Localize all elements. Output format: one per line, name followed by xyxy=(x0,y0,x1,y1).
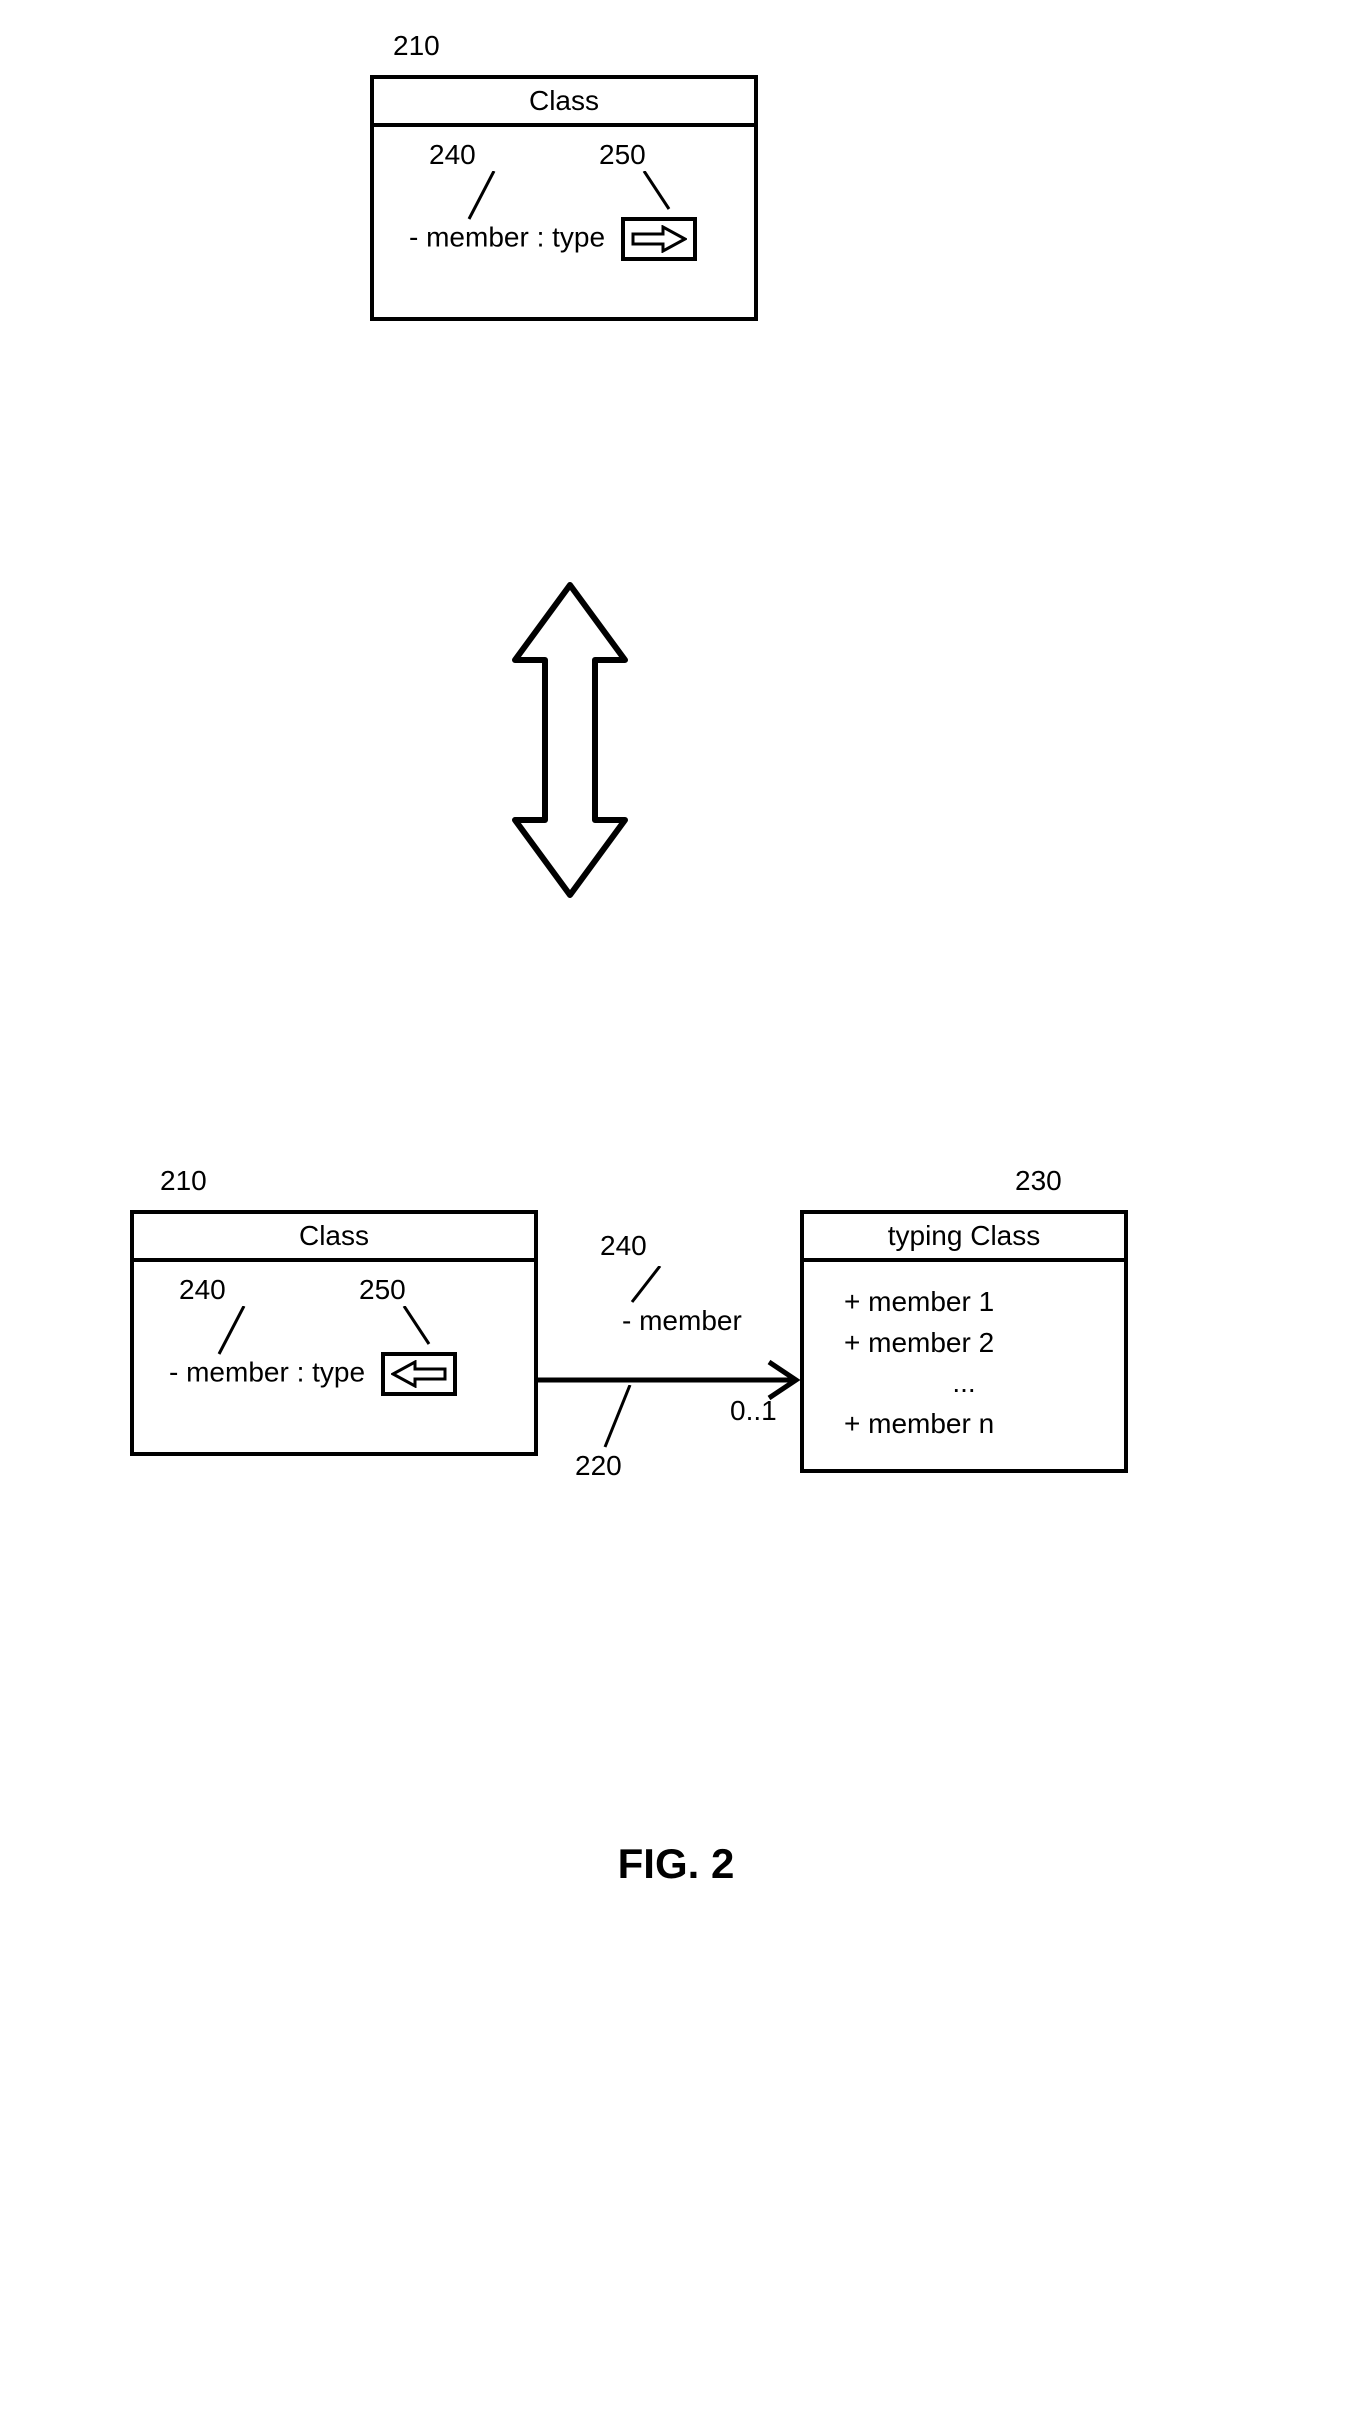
assoc-label: - member xyxy=(622,1305,742,1337)
assoc-multiplicity: 0..1 xyxy=(730,1395,777,1427)
lead-line-220 xyxy=(600,1385,640,1450)
ref-240-top: 240 xyxy=(429,139,476,171)
bidirectional-arrow-icon xyxy=(505,580,635,900)
lead-line-250-top xyxy=(639,171,679,211)
class-box-top: Class 240 250 - member : type xyxy=(370,75,758,321)
lead-line-240-assoc xyxy=(630,1266,680,1306)
arrow-right-icon xyxy=(631,225,687,253)
class-body-bottom-left: 240 250 - member : type xyxy=(134,1262,534,1452)
class-body-bottom-right: + member 1 + member 2 ... + member n xyxy=(804,1262,1124,1469)
expand-button-top[interactable] xyxy=(621,217,697,261)
class-title-bottom-right: typing Class xyxy=(804,1214,1124,1262)
ref-220: 220 xyxy=(575,1450,622,1482)
ref-210-bottom: 210 xyxy=(160,1165,207,1197)
figure-caption: FIG. 2 xyxy=(618,1840,735,1888)
ref-250-top: 250 xyxy=(599,139,646,171)
lead-line-240-bl xyxy=(214,1306,254,1356)
arrow-left-icon xyxy=(391,1360,447,1388)
member-item: + member n xyxy=(844,1404,1114,1445)
member-item: + member 2 xyxy=(844,1323,1114,1364)
member-text-top: - member : type xyxy=(409,221,605,252)
ref-250-bottom-left: 250 xyxy=(359,1274,406,1306)
member-list-right: + member 1 + member 2 ... + member n xyxy=(814,1282,1114,1444)
ref-210-top: 210 xyxy=(393,30,440,62)
ref-240-assoc: 240 xyxy=(600,1230,647,1262)
class-body-top: 240 250 - member : type xyxy=(374,127,754,317)
member-item: + member 1 xyxy=(844,1282,1114,1323)
class-title-bottom-left: Class xyxy=(134,1214,534,1262)
ref-230: 230 xyxy=(1015,1165,1062,1197)
class-box-bottom-left: Class 240 250 - member : type xyxy=(130,1210,538,1456)
member-item: ... xyxy=(844,1363,1114,1404)
class-box-bottom-right: typing Class + member 1 + member 2 ... +… xyxy=(800,1210,1128,1473)
ref-240-bottom-left: 240 xyxy=(179,1274,226,1306)
lead-line-240-top xyxy=(464,171,504,221)
collapse-button-bottom[interactable] xyxy=(381,1352,457,1396)
class-title-top: Class xyxy=(374,79,754,127)
member-text-bottom-left: - member : type xyxy=(169,1356,365,1387)
lead-line-250-bl xyxy=(399,1306,439,1346)
